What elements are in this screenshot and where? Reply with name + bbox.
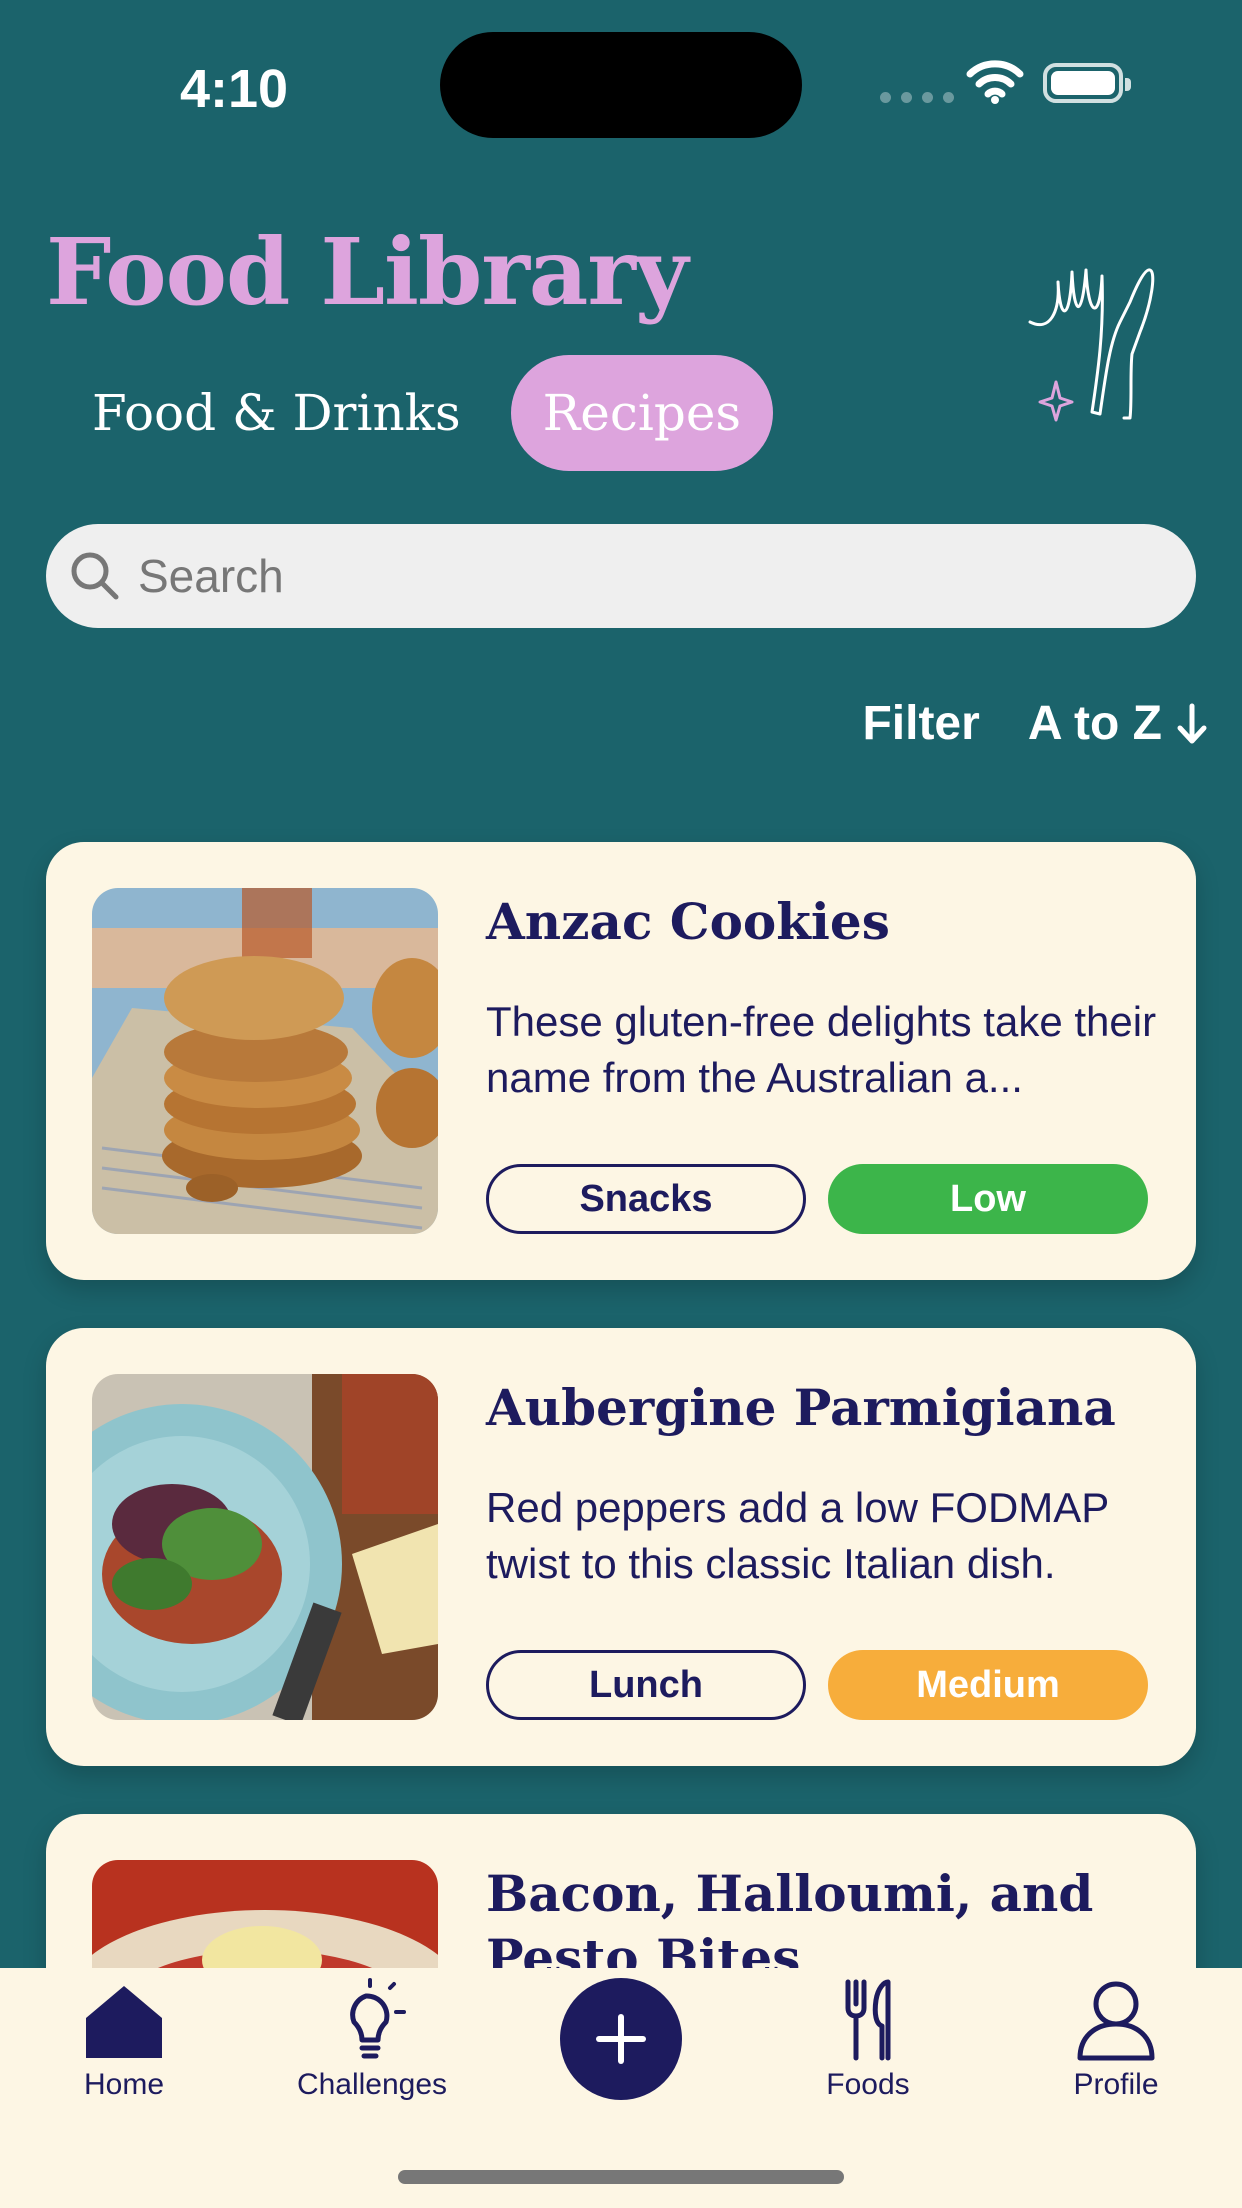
library-tabs: Food & Drinks Recipes [60, 355, 774, 471]
recipe-description: Red peppers add a low FODMAP twist to th… [486, 1484, 1109, 1587]
category-badge: Lunch [486, 1650, 806, 1720]
signal-dots-icon [880, 92, 954, 103]
tabbar-label: Profile [1073, 2068, 1159, 2101]
recipe-image [92, 1374, 438, 1720]
tabbar-label: Challenges [296, 2068, 448, 2101]
tabbar-challenges[interactable]: Challenges [262, 1978, 482, 2102]
hand-fork-logo-icon [1028, 268, 1155, 422]
sort-label: A to Z [1027, 697, 1162, 750]
recipe-card[interactable]: Aubergine Parmigiana Red peppers add a l… [46, 1328, 1196, 1766]
fork-knife-icon [845, 1979, 891, 2061]
filter-button[interactable]: Filter [862, 696, 979, 751]
tabbar-profile[interactable]: Profile [1006, 1978, 1226, 2102]
status-bar: 4:10 [0, 0, 1242, 170]
tabbar-home[interactable]: Home [14, 1978, 234, 2102]
search-input[interactable] [138, 549, 1138, 603]
dynamic-island [440, 32, 802, 138]
category-badge: Snacks [486, 1164, 806, 1234]
tabbar-foods[interactable]: Foods [758, 1978, 978, 2102]
recipe-title: Aubergine Parmigiana [486, 1378, 1116, 1437]
recipe-card[interactable]: Anzac Cookies These gluten-free delights… [46, 842, 1196, 1280]
arrow-down-icon [1177, 703, 1207, 743]
fodmap-level-badge: Medium [828, 1650, 1148, 1720]
recipe-description: These gluten-free delights take their na… [486, 998, 1157, 1101]
status-time: 4:10 [180, 59, 289, 119]
person-icon [1077, 1981, 1155, 2061]
sort-button[interactable]: A to Z [1028, 696, 1208, 751]
search-bar[interactable] [46, 524, 1196, 628]
battery-icon [1043, 63, 1131, 103]
lightbulb-icon [350, 1978, 406, 2059]
page-title: Food Library [46, 218, 688, 326]
sort-filter-row: Filter A to Z [862, 696, 1208, 751]
tab-food-drinks[interactable]: Food & Drinks [60, 355, 493, 471]
add-button[interactable] [560, 1978, 682, 2100]
recipe-title: Anzac Cookies [486, 892, 890, 951]
home-indicator[interactable] [398, 2170, 844, 2184]
recipe-image [92, 888, 438, 1234]
tabbar-label: Foods [826, 2068, 910, 2101]
home-icon [86, 1986, 162, 2058]
search-icon [71, 552, 119, 600]
wifi-icon [966, 60, 1024, 104]
tab-recipes[interactable]: Recipes [510, 355, 774, 471]
plus-icon [596, 2014, 646, 2064]
fodmap-level-badge: Low [828, 1164, 1148, 1234]
tabbar-label: Home [83, 2068, 165, 2101]
